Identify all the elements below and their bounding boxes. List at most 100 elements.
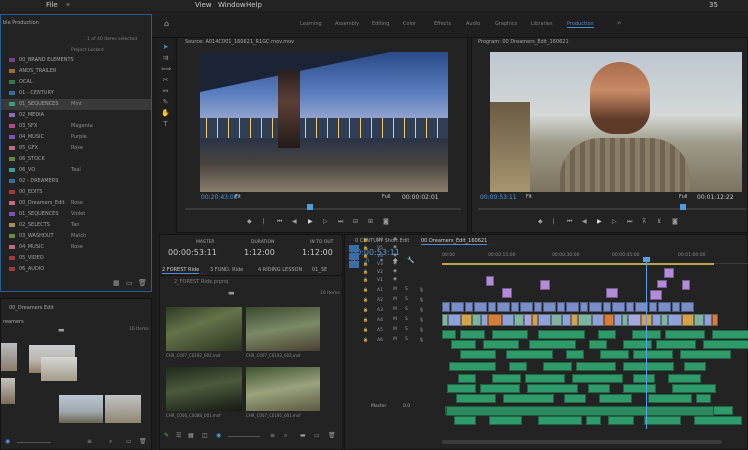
source-fit-select[interactable]: Fit	[235, 194, 241, 200]
video-clip[interactable]	[603, 302, 611, 312]
audio-clip[interactable]	[442, 330, 456, 339]
workspace-tab-learning[interactable]: Learning	[300, 21, 322, 27]
workspace-tab-color[interactable]: Color	[403, 21, 416, 27]
selection-tool-icon[interactable]: ➤	[161, 43, 170, 52]
video-clip[interactable]	[628, 314, 641, 326]
source-video-frame[interactable]	[200, 52, 448, 192]
video-clip[interactable]	[571, 314, 578, 326]
audio-clip[interactable]	[589, 340, 607, 349]
track-eye-icon[interactable]: ◉	[393, 261, 397, 266]
video-clip[interactable]	[551, 314, 562, 326]
graphic-clip[interactable]	[540, 280, 550, 290]
track-header[interactable]: 🔒 V1 ◉	[345, 277, 441, 285]
program-fit-select[interactable]: Fit	[526, 194, 532, 200]
workspace-tab-production[interactable]: Production	[567, 21, 594, 28]
extract-icon[interactable]: ⊻	[657, 218, 661, 225]
source-scrubber[interactable]	[185, 208, 461, 210]
audio-clip[interactable]	[451, 340, 476, 349]
video-clip[interactable]	[589, 302, 602, 312]
video-clip[interactable]	[652, 314, 661, 326]
audio-clip[interactable]	[648, 394, 692, 403]
trash-icon[interactable]: 🗑	[328, 432, 336, 439]
track-lock-icon[interactable]: 🔒	[363, 337, 368, 342]
audio-clip[interactable]	[588, 384, 610, 393]
video-clip[interactable]	[649, 302, 657, 312]
video-clip[interactable]	[472, 314, 481, 326]
video-clip[interactable]	[661, 314, 668, 326]
freeform-thumb-4[interactable]	[1, 378, 15, 404]
audio-clip[interactable]	[680, 350, 731, 359]
audio-clip[interactable]	[527, 384, 578, 393]
audio-clip[interactable]	[454, 416, 476, 425]
audio-clip[interactable]	[449, 362, 496, 371]
graphic-clip[interactable]	[682, 280, 690, 290]
track-lock-icon[interactable]: 🔒	[363, 297, 368, 302]
audio-clip[interactable]	[483, 340, 519, 349]
audio-clip[interactable]	[460, 350, 496, 359]
video-clip[interactable]	[497, 302, 510, 312]
program-scrubber[interactable]	[478, 208, 746, 210]
audio-clip[interactable]	[538, 416, 582, 425]
track-header[interactable]: 🔒 A4 M S 🎙	[345, 317, 441, 325]
audio-clip[interactable]	[586, 416, 601, 425]
video-clip[interactable]	[682, 314, 694, 326]
list-view-icon[interactable]: ☰	[176, 432, 181, 439]
music-clip[interactable]	[446, 406, 714, 416]
video-clip[interactable]	[681, 302, 694, 312]
video-clip[interactable]	[612, 302, 625, 312]
video-clip[interactable]	[658, 302, 671, 312]
audio-clip[interactable]	[665, 330, 705, 339]
new-item-icon[interactable]: ▭	[126, 438, 132, 445]
video-clip[interactable]	[481, 314, 488, 326]
workspace-tab-graphics[interactable]: Graphics	[495, 21, 517, 27]
track-mute-button[interactable]: M	[393, 337, 397, 342]
track-lock-icon[interactable]: 🔒	[363, 245, 368, 250]
audio-clip[interactable]	[608, 416, 634, 425]
audio-clip[interactable]	[447, 384, 476, 393]
zoom-slider[interactable]	[228, 436, 260, 437]
track-header[interactable]: 🔒 A6 M S 🎙	[345, 337, 441, 345]
audio-clip[interactable]	[644, 416, 681, 425]
project-item[interactable]: 04_MUSIC Purple	[1, 132, 151, 143]
audio-clip[interactable]	[538, 330, 585, 339]
audio-clip[interactable]	[576, 362, 616, 371]
menu-help[interactable]: Help	[246, 1, 262, 9]
bin-tab-riding-lesson[interactable]: 4 RIDING LESSON	[258, 267, 302, 273]
video-clip[interactable]	[592, 314, 604, 326]
audio-clip[interactable]	[572, 374, 623, 383]
video-clip[interactable]	[626, 302, 634, 312]
track-eye-icon[interactable]: ◉	[393, 245, 397, 250]
audio-clip[interactable]	[633, 350, 673, 359]
track-eye-icon[interactable]: ◉	[393, 253, 397, 258]
track-mic-icon[interactable]: 🎙	[419, 317, 424, 322]
audio-clip[interactable]	[458, 374, 476, 383]
audio-clip[interactable]	[672, 384, 716, 393]
step-forward-icon[interactable]: ▷	[612, 218, 617, 225]
track-solo-button[interactable]: S	[405, 317, 408, 322]
track-target-toggle[interactable]	[349, 245, 359, 252]
track-solo-button[interactable]: S	[405, 287, 408, 292]
clip-thumb-1[interactable]	[166, 307, 242, 351]
track-target-toggle[interactable]	[349, 261, 359, 268]
track-mic-icon[interactable]: 🎙	[419, 337, 424, 342]
video-clip[interactable]	[520, 302, 533, 312]
project-item[interactable]: 01_SEQUENCES Mint	[1, 99, 151, 110]
menu-view[interactable]: View	[195, 1, 212, 9]
video-clip[interactable]	[694, 314, 704, 326]
goto-out-icon[interactable]: ⏭	[338, 218, 343, 226]
pencil-icon[interactable]: ✎	[164, 432, 169, 439]
video-clip[interactable]	[578, 314, 592, 326]
folder-icon[interactable]: ▬	[58, 326, 65, 334]
video-clip[interactable]	[474, 302, 487, 312]
video-clip[interactable]	[538, 314, 551, 326]
audio-clip[interactable]	[712, 330, 748, 339]
video-clip[interactable]	[543, 302, 556, 312]
timeline-playhead-handle[interactable]	[643, 257, 650, 262]
graphic-clip[interactable]	[664, 268, 674, 278]
track-solo-button[interactable]: S	[405, 297, 408, 302]
project-item[interactable]: 04_MUSIC Rose	[1, 242, 151, 253]
icon-view-icon[interactable]: ▦	[188, 432, 194, 439]
video-clip[interactable]	[668, 314, 682, 326]
project-item[interactable]: OCAL	[1, 77, 151, 88]
graphic-clip[interactable]	[606, 288, 618, 298]
